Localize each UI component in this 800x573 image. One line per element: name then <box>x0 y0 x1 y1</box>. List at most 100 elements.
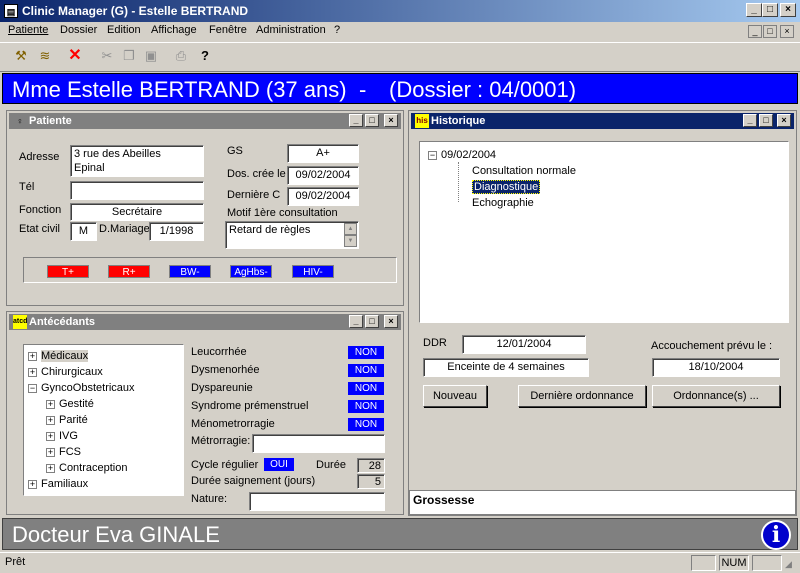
fonction-field[interactable]: Secrétaire <box>70 203 204 221</box>
expand-icon[interactable]: + <box>46 447 55 457</box>
historique-maximize-button[interactable]: □ <box>759 114 773 127</box>
adresse-label: Adresse <box>19 151 60 163</box>
patiente-minimize-button[interactable]: _ <box>349 114 363 127</box>
delete-icon[interactable]: ✕ <box>64 46 86 68</box>
tag-aghbs: AgHbs- <box>230 265 272 278</box>
expand-icon[interactable]: + <box>46 431 55 441</box>
tree-node-medicaux[interactable]: + Médicaux <box>28 349 89 363</box>
duree-saignement-field[interactable]: 5 <box>357 474 385 489</box>
gs-field[interactable]: A+ <box>287 144 359 163</box>
cycle-value[interactable]: OUI <box>264 458 294 471</box>
derniere-c-label: Dernière C <box>227 189 281 201</box>
patiente-title: Patiente <box>29 115 72 127</box>
syndrome-value[interactable]: NON <box>348 400 384 413</box>
menu-help[interactable]: ? <box>334 24 340 36</box>
tree-label: Familiaux <box>41 478 89 490</box>
menu-affichage[interactable]: Affichage <box>151 24 197 36</box>
collapse-icon[interactable]: − <box>28 383 37 393</box>
app-icon: ▤ <box>4 4 18 18</box>
etat-civil-label: Etat civil <box>19 223 60 235</box>
maximize-button[interactable]: □ <box>762 3 778 17</box>
dyspareunie-value[interactable]: NON <box>348 382 384 395</box>
open-patient-icon[interactable]: ⚒ <box>10 46 32 68</box>
resize-grip-icon[interactable]: ◢ <box>785 559 792 570</box>
collapse-icon[interactable]: − <box>428 150 437 160</box>
tree-node-date[interactable]: −09/02/2004 <box>428 148 496 162</box>
menometrorragie-value[interactable]: NON <box>348 418 384 431</box>
help-icon[interactable]: ? <box>194 46 216 68</box>
duree-field[interactable]: 28 <box>357 458 385 473</box>
leucorrhee-value[interactable]: NON <box>348 346 384 359</box>
historique-close-button[interactable]: × <box>777 114 791 127</box>
tel-field[interactable] <box>70 181 204 200</box>
menu-edition[interactable]: Edition <box>107 24 141 36</box>
expand-icon[interactable]: + <box>46 399 55 409</box>
expand-icon[interactable]: + <box>28 367 37 377</box>
mdi-close-button[interactable]: × <box>780 25 794 38</box>
metrorragie-field[interactable] <box>252 434 385 453</box>
minimize-button[interactable]: _ <box>746 3 762 17</box>
mdi-restore-button[interactable]: □ <box>763 25 777 38</box>
antecedants-minimize-button[interactable]: _ <box>349 315 363 328</box>
historique-minimize-button[interactable]: _ <box>743 114 757 127</box>
d-mariage-label: D.Mariage <box>99 223 150 235</box>
motif-field[interactable]: Retard de règles ▲ ▼ <box>225 221 359 249</box>
tree-node-diagnostique[interactable]: Diagnostique <box>472 180 541 194</box>
status-text-area: Grossesse <box>409 490 796 515</box>
print-icon[interactable]: ⎙ <box>170 46 192 68</box>
derniere-c-field[interactable]: 09/02/2004 <box>287 187 359 206</box>
status-text: Grossesse <box>413 493 475 507</box>
nature-field[interactable] <box>249 492 385 511</box>
info-icon[interactable]: i <box>761 520 791 550</box>
tree-node-familiaux[interactable]: + Familiaux <box>28 477 88 491</box>
tree-node-fcs[interactable]: + FCS <box>46 445 81 459</box>
doctor-name: Docteur Eva GINALE <box>12 522 220 547</box>
motif-scroll-down[interactable]: ▼ <box>344 235 357 247</box>
close-button[interactable]: × <box>780 3 796 17</box>
tree-node-consultation[interactable]: Consultation normale <box>472 164 576 178</box>
ddr-field[interactable]: 12/01/2004 <box>462 335 586 354</box>
doctor-banner: Docteur Eva GINALE i <box>2 518 798 550</box>
tree-node-echographie[interactable]: Echographie <box>472 196 534 210</box>
adresse-field[interactable]: 3 rue des Abeilles Epinal <box>70 145 204 177</box>
tree-node-gynco[interactable]: − GyncoObstetricaux <box>28 381 135 395</box>
nouveau-button[interactable]: Nouveau <box>423 385 487 407</box>
dos-cree-field[interactable]: 09/02/2004 <box>287 166 359 185</box>
expand-icon[interactable]: + <box>46 415 55 425</box>
antecedants-maximize-button[interactable]: □ <box>365 315 379 328</box>
accouchement-field[interactable]: 18/10/2004 <box>652 358 780 377</box>
tree-node-parite[interactable]: + Parité <box>46 413 88 427</box>
tree-node-chirurgicaux[interactable]: + Chirurgicaux <box>28 365 103 379</box>
menu-dossier[interactable]: Dossier <box>60 24 97 36</box>
menu-fenetre[interactable]: Fenêtre <box>209 24 247 36</box>
expand-icon[interactable]: + <box>28 351 37 361</box>
expand-icon[interactable]: + <box>28 479 37 489</box>
patiente-close-button[interactable]: × <box>384 114 398 127</box>
tree-node-contraception[interactable]: + Contraception <box>46 461 128 475</box>
menu-bar: Patiente Dossier Edition Affichage Fenêt… <box>0 22 800 41</box>
mdi-minimize-button[interactable]: _ <box>748 25 762 38</box>
enceinte-field[interactable]: Enceinte de 4 semaines <box>423 358 589 377</box>
tree-node-ivg[interactable]: + IVG <box>46 429 78 443</box>
d-mariage-field[interactable]: 1/1998 <box>149 222 204 241</box>
ordonnances-button[interactable]: Ordonnance(s) ... <box>652 385 780 407</box>
dyspareunie-label: Dyspareunie <box>191 382 253 394</box>
cut-icon[interactable]: ✂ <box>96 46 118 68</box>
motif-value: Retard de règles <box>229 224 311 236</box>
expand-icon[interactable]: + <box>46 463 55 473</box>
antecedants-close-button[interactable]: × <box>384 315 398 328</box>
tree-node-gestite[interactable]: + Gestité <box>46 397 94 411</box>
patient-list-icon[interactable]: ≋ <box>34 46 56 68</box>
window-title: Clinic Manager (G) - Estelle BERTRAND <box>22 4 249 18</box>
etat-civil-field[interactable]: M <box>70 222 97 241</box>
motif-scroll-up[interactable]: ▲ <box>344 223 357 235</box>
paste-icon[interactable]: ▣ <box>140 46 162 68</box>
dysmenorhee-value[interactable]: NON <box>348 364 384 377</box>
patiente-panel: ♀ Patiente _ □ × Adresse 3 rue des Abeil… <box>6 110 404 306</box>
patiente-maximize-button[interactable]: □ <box>365 114 379 127</box>
derniere-ordonnance-button[interactable]: Dernière ordonnance <box>518 385 646 407</box>
menu-patiente[interactable]: Patiente <box>8 24 48 36</box>
menu-administration[interactable]: Administration <box>256 24 326 36</box>
tel-label: Tél <box>19 181 35 193</box>
copy-icon[interactable]: ❐ <box>118 46 140 68</box>
